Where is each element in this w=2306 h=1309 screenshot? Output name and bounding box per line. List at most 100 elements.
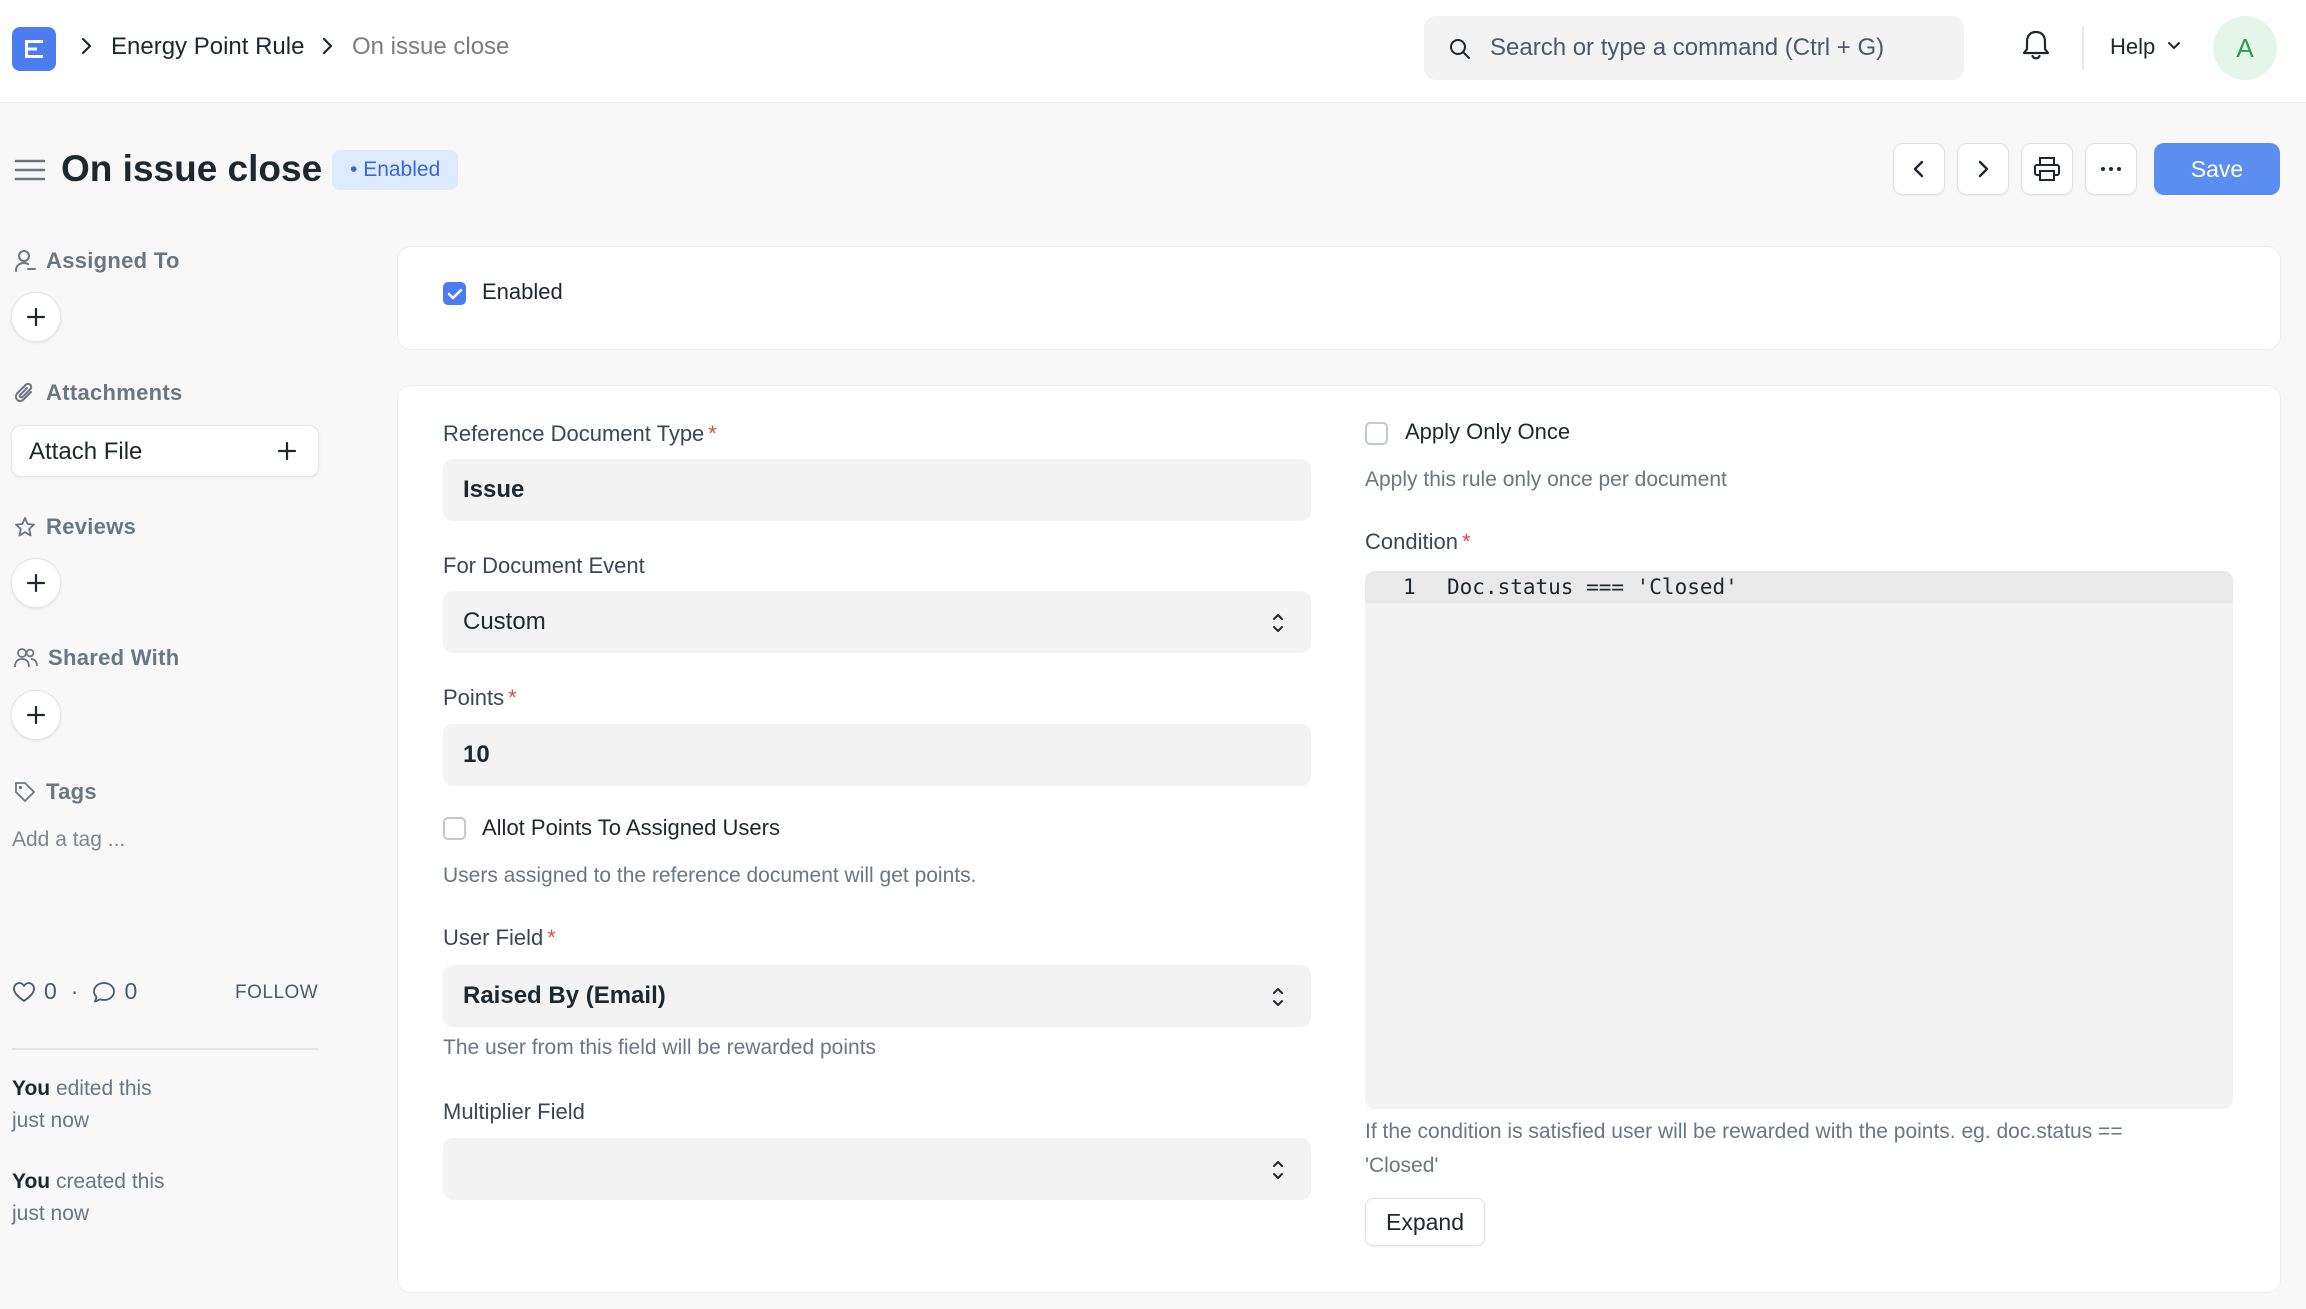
activity-time: just now (12, 1109, 90, 1132)
multiplier-field-label: Multiplier Field (443, 1099, 585, 1124)
attach-file-label: Attach File (29, 438, 143, 465)
reference-doctype-text: Reference Document Type (443, 421, 705, 446)
allot-points-checkbox[interactable] (443, 817, 466, 840)
reference-doctype-label: Reference Document Type * (443, 419, 717, 449)
app-logo[interactable] (12, 27, 56, 71)
multiplier-field-select[interactable] (443, 1138, 1311, 1200)
allot-points-help: Users assigned to the reference document… (443, 864, 977, 887)
tags-text: Tags (46, 779, 97, 804)
select-arrows-icon (1273, 1161, 1283, 1179)
points-text: Points (443, 685, 505, 710)
attach-file-button[interactable]: Attach File (11, 425, 319, 477)
add-tag-input[interactable]: Add a tag ... (12, 825, 125, 855)
required-marker: * (708, 421, 717, 446)
printer-icon (2034, 157, 2060, 181)
shared-with-label: Shared With (14, 643, 179, 673)
apply-once-checkbox[interactable] (1365, 422, 1388, 445)
user-field-select[interactable]: Raised By (Email) (443, 965, 1311, 1027)
enabled-checkbox[interactable] (443, 282, 466, 305)
star-icon (15, 517, 35, 537)
plus-icon (26, 307, 46, 327)
document-event-label: For Document Event (443, 553, 645, 578)
add-assignee-button[interactable] (11, 292, 61, 342)
paperclip-icon (14, 382, 33, 402)
condition-code-editor[interactable]: 1 Doc.status === 'Closed' (1365, 571, 2233, 1109)
bell-icon[interactable] (2021, 28, 2051, 62)
points-label: Points * (443, 683, 517, 713)
activity-action: edited this (50, 1077, 152, 1100)
help-menu[interactable]: Help (2110, 30, 2155, 64)
next-doc-button[interactable] (1957, 143, 2009, 195)
status-badge: • Enabled (332, 150, 459, 190)
user-field-help: The user from this field will be rewarde… (443, 1036, 877, 1059)
sidebar-divider (12, 1048, 318, 1050)
navbar: Energy Point Rule On issue close Search … (0, 0, 2306, 103)
more-actions-button[interactable] (2085, 143, 2137, 195)
print-button[interactable] (2021, 143, 2073, 195)
select-arrows-icon (1273, 614, 1283, 632)
activity-time: just now (12, 1202, 90, 1225)
points-value: 10 (463, 741, 490, 768)
document-event-value: Custom (463, 608, 546, 635)
save-button[interactable]: Save (2154, 143, 2280, 195)
comment-icon[interactable] (92, 981, 116, 1003)
code-line: 1 Doc.status === 'Closed' (1365, 571, 2233, 603)
avatar[interactable]: A (2213, 16, 2277, 80)
follow-button[interactable]: FOLLOW (235, 982, 318, 1004)
condition-code: Doc.status === 'Closed' (1447, 575, 1738, 599)
reviews-text: Reviews (46, 514, 137, 539)
reference-doctype-input[interactable]: Issue (443, 459, 1311, 521)
enabled-label[interactable]: Enabled (482, 277, 563, 307)
likes-count: 0 (44, 978, 57, 1004)
ellipsis-icon (2101, 167, 2121, 171)
dot-separator: · (70, 978, 79, 1004)
plus-icon (26, 705, 46, 725)
comments-count: 0 (124, 978, 138, 1004)
plus-icon (26, 573, 46, 593)
chevron-left-icon (1913, 160, 1924, 178)
apply-once-help: Apply this rule only once per document (1365, 468, 1727, 491)
tag-icon (15, 782, 35, 802)
plus-icon (277, 441, 297, 461)
assigned-to-text: Assigned To (46, 248, 180, 273)
required-marker: * (508, 685, 517, 710)
chevron-right-icon (1978, 160, 1989, 178)
expand-button[interactable]: Expand (1365, 1198, 1485, 1246)
apply-once-label[interactable]: Apply Only Once (1405, 417, 1570, 447)
condition-help-line-1: If the condition is satisfied user will … (1365, 1120, 2123, 1143)
required-marker: * (547, 925, 556, 950)
add-share-button[interactable] (11, 690, 61, 740)
previous-doc-button[interactable] (1893, 143, 1945, 195)
search-placeholder: Search or type a command (Ctrl + G) (1490, 34, 1885, 61)
search-input[interactable]: Search or type a command (Ctrl + G) (1424, 16, 1964, 80)
status-badge-label: Enabled (363, 158, 441, 181)
add-review-button[interactable] (11, 558, 61, 608)
condition-label: Condition * (1365, 527, 1471, 557)
activity-action: created this (50, 1170, 165, 1193)
heart-icon[interactable] (12, 981, 36, 1003)
points-input[interactable]: 10 (443, 724, 1311, 786)
check-icon (447, 288, 462, 299)
users-icon (14, 648, 38, 668)
page-title: On issue close (61, 148, 323, 189)
shared-with-text: Shared With (48, 645, 180, 670)
breadcrumb-doctype[interactable]: Energy Point Rule (111, 30, 304, 64)
user-field-value: Raised By (Email) (463, 982, 666, 1009)
navbar-divider (2082, 26, 2084, 70)
chevron-right-icon (322, 37, 333, 55)
select-arrows-icon (1273, 988, 1283, 1006)
reference-doctype-value: Issue (463, 476, 525, 503)
activity-actor: You (12, 1170, 51, 1193)
assigned-to-label: Assigned To (14, 246, 180, 276)
required-marker: * (1461, 529, 1471, 554)
document-event-select[interactable]: Custom (443, 591, 1311, 653)
allot-points-label[interactable]: Allot Points To Assigned Users (482, 813, 780, 843)
reviews-label: Reviews (14, 512, 136, 542)
user-field-text: User Field (443, 925, 544, 950)
user-field-label: User Field * (443, 923, 556, 953)
chevron-right-icon (81, 37, 92, 55)
tags-label: Tags (14, 777, 97, 807)
breadcrumb-current[interactable]: On issue close (352, 30, 509, 64)
sidebar-toggle-icon[interactable] (14, 156, 46, 184)
chevron-down-icon[interactable] (2166, 39, 2182, 53)
